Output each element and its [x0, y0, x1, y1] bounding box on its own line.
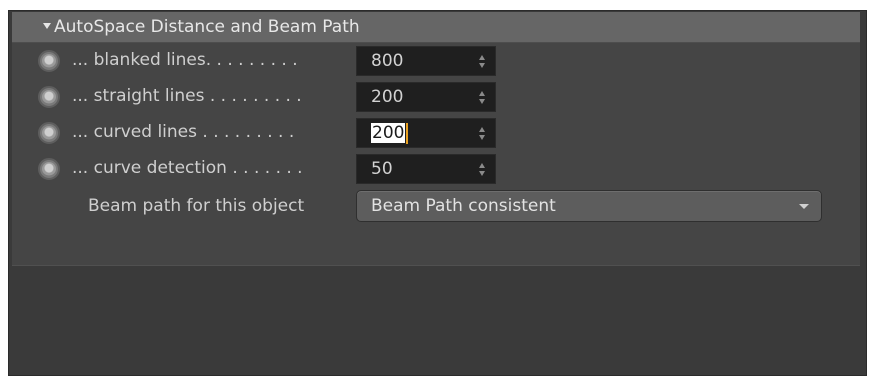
row-label: ... straight lines . . . . . . . . .: [72, 86, 302, 106]
section-title: AutoSpace Distance and Beam Path: [54, 17, 360, 37]
beam-path-label: Beam path for this object: [88, 196, 305, 216]
field-value[interactable]: 50: [371, 159, 393, 179]
radio-icon[interactable]: [38, 50, 60, 72]
beam-path-dropdown[interactable]: Beam Path consistent: [356, 190, 822, 222]
row-label: ... curved lines . . . . . . . . .: [72, 122, 295, 142]
spinner-up-icon[interactable]: [479, 163, 485, 168]
row-straight-lines: ... straight lines . . . . . . . . . 200: [12, 79, 860, 115]
spinner-up-icon[interactable]: [479, 127, 485, 132]
curved-lines-field[interactable]: 200: [356, 118, 496, 148]
collapse-triangle-icon[interactable]: [43, 23, 51, 29]
radio-icon[interactable]: [38, 158, 60, 180]
straight-lines-field[interactable]: 200: [356, 82, 496, 112]
field-value[interactable]: 800: [371, 51, 403, 71]
spinner-down-icon[interactable]: [479, 171, 485, 176]
spinner-down-icon[interactable]: [479, 63, 485, 68]
row-blanked-lines: ... blanked lines. . . . . . . . . 800: [12, 43, 860, 79]
spinner-down-icon[interactable]: [479, 135, 485, 140]
row-label: ... curve detection . . . . . . .: [72, 158, 303, 178]
chevron-down-icon[interactable]: [799, 204, 809, 209]
field-value-selected[interactable]: 200: [371, 123, 406, 143]
curve-detection-field[interactable]: 50: [356, 154, 496, 184]
spinner-arrows-icon[interactable]: [479, 55, 487, 69]
spinner-up-icon[interactable]: [479, 55, 485, 60]
row-curve-detection: ... curve detection . . . . . . . 50: [12, 151, 860, 187]
spinner-arrows-icon[interactable]: [479, 127, 487, 141]
text-caret: [406, 123, 408, 144]
spinner-down-icon[interactable]: [479, 99, 485, 104]
section-header[interactable]: AutoSpace Distance and Beam Path: [12, 12, 860, 43]
spinner-arrows-icon[interactable]: [479, 163, 487, 177]
blanked-lines-field[interactable]: 800: [356, 46, 496, 76]
field-value[interactable]: 200: [371, 87, 403, 107]
radio-icon[interactable]: [38, 86, 60, 108]
radio-icon[interactable]: [38, 122, 60, 144]
row-label: ... blanked lines. . . . . . . . .: [72, 50, 298, 70]
row-curved-lines: ... curved lines . . . . . . . . . 200: [12, 115, 860, 151]
spinner-arrows-icon[interactable]: [479, 91, 487, 105]
beam-path-selected-value[interactable]: Beam Path consistent: [371, 196, 556, 216]
section-body: ... blanked lines. . . . . . . . . 800 .…: [12, 43, 860, 266]
row-beam-path: Beam path for this object Beam Path cons…: [12, 187, 860, 223]
spinner-up-icon[interactable]: [479, 91, 485, 96]
